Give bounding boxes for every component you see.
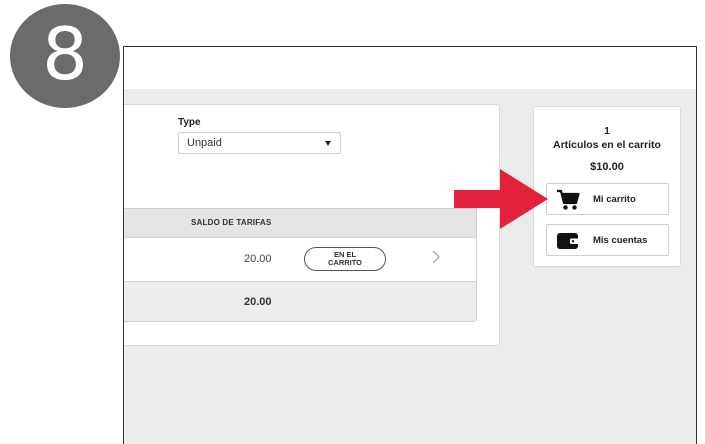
chevron-right-icon[interactable]: [431, 250, 440, 267]
cart-summary-card: 1 Artículos en el carrito $10.00 Mi carr…: [533, 106, 681, 267]
table-total-row: 20.00: [124, 282, 476, 321]
cart-item-count: 1: [604, 126, 610, 137]
pointer-arrow: [454, 169, 548, 229]
fees-panel: Type Unpaid SALDO DE TARIFAS 20.00 EN EL…: [124, 104, 500, 346]
type-filter-value: Unpaid: [187, 137, 222, 149]
caret-down-icon: [325, 141, 331, 146]
shopping-cart-icon: [556, 189, 580, 211]
table-total: 20.00: [244, 296, 272, 308]
app-window: Type Unpaid SALDO DE TARIFAS 20.00 EN EL…: [123, 46, 697, 444]
in-cart-status-badge: EN EL CARRITO: [304, 247, 386, 271]
wallet-icon: [556, 230, 580, 252]
type-filter-label: Type: [178, 117, 201, 128]
fees-table: SALDO DE TARIFAS 20.00 EN EL CARRITO 20.…: [124, 208, 477, 322]
cart-total: $10.00: [590, 161, 624, 173]
row-amount: 20.00: [244, 253, 272, 265]
table-header: SALDO DE TARIFAS: [124, 209, 476, 238]
status-line-2: CARRITO: [327, 258, 363, 267]
column-header-saldo: SALDO DE TARIFAS: [191, 218, 272, 227]
my-cart-button[interactable]: Mi carrito: [546, 183, 669, 215]
step-number-badge: 8: [10, 4, 120, 108]
my-cart-label: Mi carrito: [593, 194, 636, 205]
table-row[interactable]: 20.00 EN EL CARRITO: [124, 238, 476, 282]
cart-items-label: Artículos en el carrito: [553, 139, 661, 151]
top-bar: [124, 47, 696, 89]
my-accounts-button[interactable]: Mis cuentas: [546, 224, 669, 256]
my-accounts-label: Mis cuentas: [593, 235, 648, 246]
type-filter-select[interactable]: Unpaid: [178, 132, 341, 154]
step-number: 8: [42, 12, 88, 96]
